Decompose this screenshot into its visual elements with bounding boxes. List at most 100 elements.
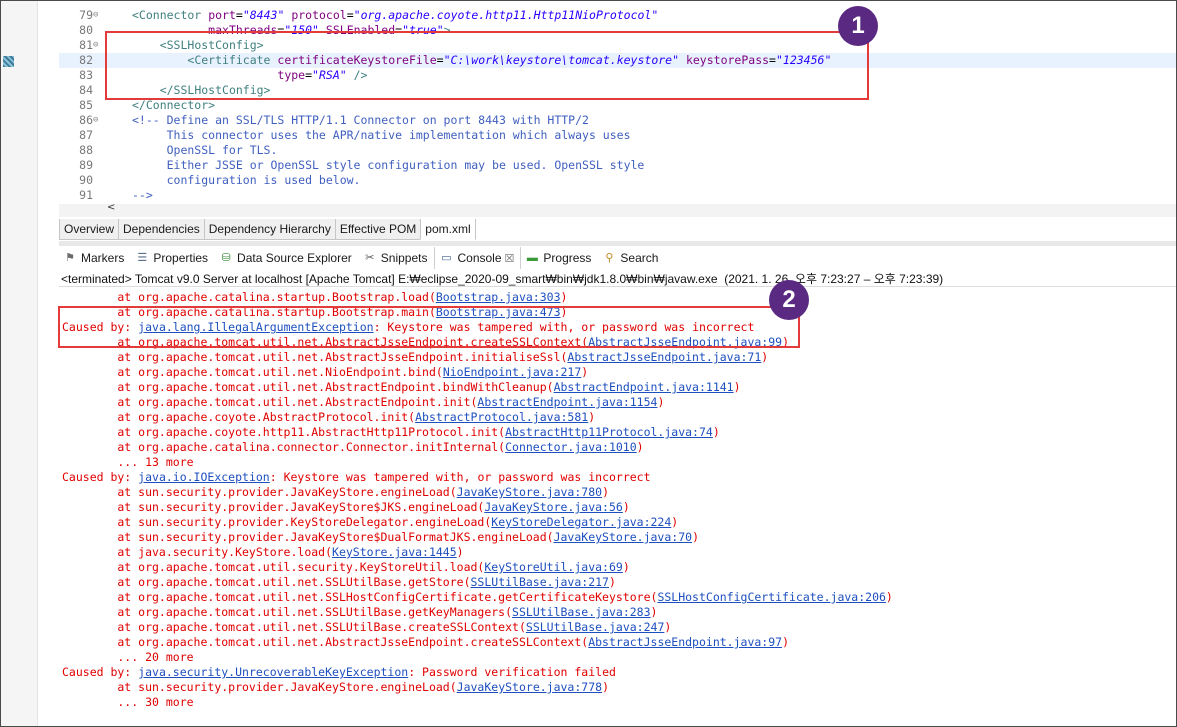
console-line: at sun.security.provider.JavaKeyStore.en… [62,485,609,499]
code-text: --> [132,188,153,202]
view-tab-snippets[interactable]: ✂ Snippets [359,247,435,269]
console-line: at org.apache.tomcat.util.net.SSLHostCon… [62,590,893,604]
stack-trace-link[interactable]: SSLUtilBase.java:247 [526,620,664,634]
console-line: at sun.security.provider.KeyStoreDelegat… [62,515,679,529]
properties-icon: ☰ [137,251,148,264]
stack-trace-link[interactable]: SSLUtilBase.java:283 [512,605,650,619]
view-tab-label: Search [620,251,659,265]
stack-trace-link[interactable]: KeyStore.java:1445 [332,545,457,559]
view-tab-properties[interactable]: ☰ Properties [131,247,215,269]
console-line: at org.apache.tomcat.util.net.AbstractEn… [62,380,741,394]
code-line[interactable]: 90 configuration is used below. [59,173,1176,188]
console-line: at org.apache.tomcat.util.net.NioEndpoin… [62,365,589,379]
view-tab-label: Markers [81,251,125,265]
ide-window: 79 ⊖ <Connector port="8443" protocol="org.… [0,0,1177,727]
fold-toggle-icon[interactable]: ⊖ [93,8,103,23]
stack-trace-link[interactable]: JavaKeyStore.java:70 [554,530,692,544]
stack-trace-link[interactable]: Connector.java:1010 [505,440,637,454]
view-tab-label: Progress [543,251,592,265]
view-tab-console[interactable]: ▭ Console ☒ [434,247,522,269]
fold-toggle-icon[interactable]: ⊖ [93,113,103,128]
horizontal-scrollbar[interactable]: < [59,202,1176,217]
stack-trace-link[interactable]: NioEndpoint.java:217 [443,365,581,379]
console-icon: ▭ [441,251,452,264]
view-tab-markers[interactable]: ⚑ Markers [59,247,131,269]
code-line[interactable]: 85 </Connector> [59,98,1176,113]
editor-tab-dependency-hierarchy[interactable]: Dependency Hierarchy [203,219,336,240]
line-number: 81 [79,38,93,52]
close-icon[interactable]: ☒ [505,252,515,265]
code-text: Either JSSE or OpenSSL style configurati… [132,158,645,172]
line-number: 91 [79,188,93,202]
stack-trace-link[interactable]: KeyStoreUtil.java:69 [484,560,622,574]
console-line: ... 20 more [62,650,194,664]
scroll-left-icon[interactable]: < [107,202,115,213]
view-tab-label: Data Source Explorer [237,251,352,265]
stack-trace-link[interactable]: AbstractEndpoint.java:1141 [554,380,734,394]
stack-trace-link[interactable]: SSLUtilBase.java:217 [471,575,609,589]
console-line: at org.apache.coyote.http11.AbstractHttp… [62,425,720,439]
badge-2: 2 [769,280,809,320]
code-line[interactable]: 89 Either JSSE or OpenSSL style configur… [59,158,1176,173]
console-line: at org.apache.tomcat.util.net.AbstractEn… [62,395,665,409]
view-tab-label: Snippets [380,251,428,265]
code-line[interactable]: 88 OpenSSL for TLS. [59,143,1176,158]
code-line[interactable]: 91 --> [59,188,1176,203]
line-number: 85 [79,98,93,112]
stack-trace-link[interactable]: AbstractJsseEndpoint.java:71 [567,350,761,364]
fold-toggle-icon[interactable]: ⊖ [93,38,103,53]
console-output[interactable]: at org.apache.catalina.startup.Bootstrap… [59,289,1176,726]
editor-tab-effective-pom[interactable]: Effective POM [334,219,422,240]
editor-tab-pom-xml[interactable]: pom.xml [420,219,476,240]
code-text: </Connector> [132,98,216,112]
console-status-line: <terminated> Tomcat v9.0 Server at local… [59,271,1176,287]
bookmark-marker-icon [3,56,14,67]
code-text: OpenSSL for TLS. [132,143,278,157]
line-number: 80 [79,23,93,37]
stack-trace-link[interactable]: java.security.UnrecoverableKeyException [138,665,408,679]
code-text: configuration is used below. [132,173,361,187]
console-line: at sun.security.provider.JavaKeyStore$JK… [62,500,630,514]
console-line: at sun.security.provider.JavaKeyStore$Du… [62,530,699,544]
editor-tab-dependencies[interactable]: Dependencies [118,219,205,240]
stack-trace-link[interactable]: AbstractEndpoint.java:1154 [477,395,657,409]
view-tab-label: Properties [153,251,209,265]
code-line[interactable]: 86 ⊖ <!-- Define an SSL/TLS HTTP/1.1 Conne… [59,113,1176,128]
console-line: at org.apache.catalina.startup.Bootstrap… [62,290,568,304]
highlight-box-2 [58,306,800,348]
view-tab-search[interactable]: ⚲ Search [598,247,665,269]
editor-tab-overview[interactable]: Overview [59,219,120,240]
stack-trace-link[interactable]: AbstractHttp11Protocol.java:74 [505,425,713,439]
line-number: 82 [79,53,93,67]
code-text: <Connector port="8443" protocol="org.apa… [132,8,659,22]
code-line[interactable]: 79 ⊖ <Connector port="8443" protocol="org.… [59,8,1176,23]
stack-trace-link[interactable]: java.io.IOException [138,470,270,484]
progress-icon: ▬ [526,251,538,264]
stack-trace-link[interactable]: JavaKeyStore.java:778 [457,680,602,694]
view-tab-progress[interactable]: ▬ Progress [521,247,598,269]
stack-trace-link[interactable]: SSLHostConfigCertificate.java:206 [657,590,885,604]
stack-trace-link[interactable]: Bootstrap.java:303 [436,290,561,304]
stack-trace-link[interactable]: JavaKeyStore.java:780 [457,485,602,499]
console-line: at java.security.KeyStore.load(KeyStore.… [62,545,464,559]
console-line: at org.apache.tomcat.util.net.SSLUtilBas… [62,620,672,634]
editor-tab-bar: Overview Dependencies Dependency Hierarchy… [59,219,476,241]
stack-trace-link[interactable]: AbstractProtocol.java:581 [415,410,588,424]
line-number: 83 [79,68,93,82]
stack-trace-link[interactable]: JavaKeyStore.java:56 [484,500,622,514]
console-line: at org.apache.tomcat.util.security.KeySt… [62,560,630,574]
data-source-icon: ⛁ [221,251,231,264]
divider [59,241,1176,246]
highlight-box-1 [105,31,869,100]
markers-icon: ⚑ [65,251,75,264]
line-number: 84 [79,83,93,97]
console-line: at sun.security.provider.JavaKeyStore.en… [62,680,609,694]
badge-1: 1 [838,6,878,46]
code-line[interactable]: 87 This connector uses the APR/native im… [59,128,1176,143]
stack-trace-link[interactable]: AbstractJsseEndpoint.java:97 [588,635,782,649]
snippets-icon: ✂ [365,251,375,264]
console-line: at org.apache.tomcat.util.net.AbstractJs… [62,635,790,649]
line-number: 89 [79,158,93,172]
view-tab-data-source-explorer[interactable]: ⛁ Data Source Explorer [215,247,359,269]
stack-trace-link[interactable]: KeyStoreDelegator.java:224 [491,515,671,529]
